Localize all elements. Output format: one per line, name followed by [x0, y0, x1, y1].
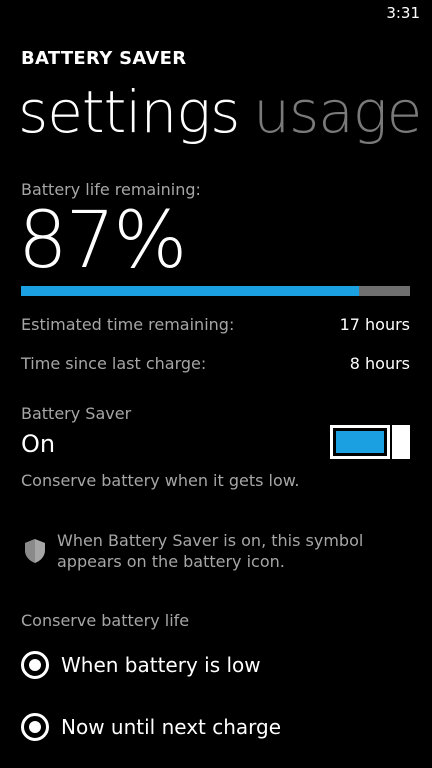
- battery-saver-state: On: [21, 430, 56, 458]
- estimated-time-row: Estimated time remaining: 17 hours: [21, 315, 410, 334]
- pivot-tab-usage[interactable]: usage: [253, 78, 422, 146]
- battery-percent: 87%: [18, 196, 187, 286]
- radio-dot: [29, 659, 41, 671]
- estimated-time-label: Estimated time remaining:: [21, 315, 235, 334]
- pivot-tab-settings[interactable]: settings: [18, 78, 240, 146]
- pivot-header: settings usage: [18, 78, 422, 146]
- radio-circle[interactable]: [21, 713, 49, 741]
- conserve-label: Conserve battery life: [21, 611, 190, 630]
- battery-level-fill: [21, 286, 360, 296]
- time-since-charge-label: Time since last charge:: [21, 354, 207, 373]
- time-since-charge-row: Time since last charge: 8 hours: [21, 354, 410, 373]
- time-since-charge-value: 8 hours: [349, 354, 410, 373]
- battery-saver-toggle[interactable]: [330, 425, 410, 459]
- estimated-time-value: 17 hours: [339, 315, 410, 334]
- app-title: BATTERY SAVER: [21, 48, 187, 69]
- radio-circle[interactable]: [21, 651, 49, 679]
- toggle-knob[interactable]: [392, 425, 410, 459]
- battery-saver-description: Conserve battery when it gets low.: [21, 471, 300, 490]
- battery-saver-label: Battery Saver: [21, 404, 132, 423]
- battery-saver-note: When Battery Saver is on, this symbol ap…: [57, 531, 364, 571]
- radio-dot: [29, 721, 41, 733]
- battery-level-bar: [21, 286, 410, 296]
- radio-when-low-label[interactable]: When battery is low: [61, 653, 261, 677]
- radio-when-low[interactable]: When battery is low: [21, 651, 261, 679]
- radio-now-until-charge[interactable]: Now until next charge: [21, 713, 281, 741]
- status-bar-time: 3:31: [386, 4, 420, 22]
- toggle-fill: [336, 431, 384, 453]
- radio-now-until-charge-label[interactable]: Now until next charge: [61, 715, 281, 739]
- shield-icon: [25, 539, 45, 563]
